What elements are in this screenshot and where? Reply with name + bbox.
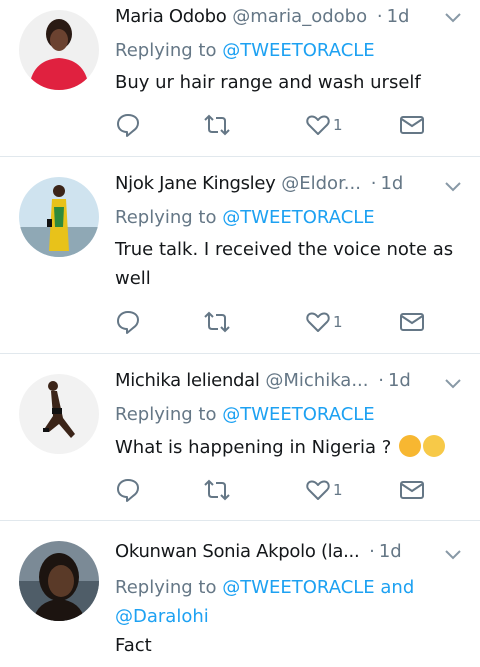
unamused-face-emoji — [422, 435, 445, 457]
tweet-text: True talk. I received the voice note as … — [115, 239, 454, 289]
avatar-michika-leliendal[interactable] — [19, 374, 99, 454]
author-name[interactable]: Michika leliendal — [115, 370, 260, 391]
like-button[interactable]: 1 — [305, 476, 343, 504]
avatar-image — [19, 374, 99, 454]
replying-to-line: Replying to @TWEETORACLE and @Daralohi — [115, 573, 455, 631]
avatar-image — [19, 10, 99, 90]
tweet-text: What is happening in Nigeria ? — [115, 437, 392, 458]
replying-to-label: Replying to — [115, 577, 217, 598]
retweet-button[interactable] — [203, 111, 231, 139]
reply-button[interactable] — [115, 111, 141, 139]
mail-icon — [400, 313, 424, 331]
avatar-njok-jane-kingsley[interactable] — [19, 177, 99, 257]
timestamp[interactable]: 1d — [380, 173, 403, 194]
thinking-face-emoji — [398, 435, 421, 457]
tweet-text-line: What is happening in Nigeria ? — [115, 433, 465, 462]
replying-to-label: Replying to — [115, 404, 217, 425]
separator-dot: · — [370, 173, 377, 194]
tweet-text: Buy ur hair range and wash urself — [115, 72, 421, 93]
like-button[interactable]: 1 — [305, 308, 343, 336]
mention-link[interactable]: @TWEETORACLE — [222, 40, 374, 61]
author-handle[interactable]: @Michika... — [265, 370, 368, 391]
chevron-down-icon[interactable] — [444, 378, 462, 390]
direct-message-button[interactable] — [399, 111, 425, 139]
mention-link-2[interactable]: @Daralohi — [115, 606, 209, 627]
tweet-item-2[interactable]: Njok Jane Kingsley @Eldor... · 1d Replyin… — [0, 157, 480, 353]
tweet-header: Njok Jane Kingsley @Eldor... · 1d — [115, 173, 475, 205]
timestamp[interactable]: 1d — [379, 541, 402, 562]
direct-message-button[interactable] — [399, 476, 425, 504]
tweet-actions: 1 — [115, 476, 435, 504]
like-count: 1 — [333, 313, 343, 331]
replying-to-label: Replying to — [115, 207, 217, 228]
avatar-image — [19, 177, 99, 257]
avatar-image — [19, 541, 99, 621]
replying-to-line: Replying to @TWEETORACLE — [115, 207, 375, 228]
retweet-icon — [204, 114, 230, 136]
mention-link[interactable]: @TWEETORACLE — [222, 404, 374, 425]
chevron-down-icon[interactable] — [444, 12, 462, 24]
chevron-down-icon[interactable] — [444, 181, 462, 193]
tweet-header: Okunwan Sonia Akpolo (la... · 1d — [115, 541, 475, 573]
avatar-okunwan-sonia-akpolo[interactable] — [19, 541, 99, 621]
heart-icon — [306, 312, 330, 332]
replying-to-line: Replying to @TWEETORACLE — [115, 404, 375, 425]
separator-dot: · — [378, 370, 384, 391]
mention-link[interactable]: @TWEETORACLE — [222, 207, 374, 228]
retweet-button[interactable] — [203, 476, 231, 504]
like-count: 1 — [333, 481, 343, 499]
chevron-down-icon[interactable] — [444, 549, 462, 561]
separator-dot: · — [376, 6, 383, 27]
mail-icon — [400, 481, 424, 499]
reply-icon — [117, 311, 139, 334]
timestamp[interactable]: 1d — [387, 6, 410, 27]
like-count: 1 — [333, 116, 343, 134]
author-handle[interactable]: @Eldor... — [281, 173, 361, 194]
mail-icon — [400, 116, 424, 134]
replying-and-label: and — [380, 577, 415, 598]
author-name[interactable]: Okunwan Sonia Akpolo (la... — [115, 541, 360, 562]
author-name[interactable]: Njok Jane Kingsley — [115, 173, 276, 194]
replying-to-line: Replying to @TWEETORACLE — [115, 40, 375, 61]
separator-dot: · — [369, 541, 375, 562]
reply-icon — [117, 479, 139, 502]
tweet-header: Maria Odobo @maria_odobo · 1d — [115, 6, 475, 38]
tweet-item-4[interactable]: Okunwan Sonia Akpolo (la... · 1d Replying… — [0, 521, 480, 667]
retweet-button[interactable] — [203, 308, 231, 336]
avatar-maria-odobo[interactable] — [19, 10, 99, 90]
tweet-header: Michika leliendal @Michika... · 1d — [115, 370, 475, 402]
retweet-icon — [204, 479, 230, 501]
reply-icon — [117, 114, 139, 137]
reply-button[interactable] — [115, 476, 141, 504]
timestamp[interactable]: 1d — [388, 370, 411, 391]
mention-link[interactable]: @TWEETORACLE — [222, 577, 374, 598]
author-handle[interactable]: @maria_odobo — [232, 6, 367, 27]
retweet-icon — [204, 311, 230, 333]
replying-to-label: Replying to — [115, 40, 217, 61]
heart-icon — [306, 115, 330, 135]
heart-icon — [306, 480, 330, 500]
tweet-actions: 1 — [115, 308, 435, 336]
tweet-item-3[interactable]: Michika leliendal @Michika... · 1d Replyi… — [0, 354, 480, 520]
reply-button[interactable] — [115, 308, 141, 336]
tweet-item-1[interactable]: Maria Odobo @maria_odobo · 1d Replying to… — [0, 0, 480, 156]
like-button[interactable]: 1 — [305, 111, 343, 139]
author-name[interactable]: Maria Odobo — [115, 6, 227, 27]
tweet-text: Fact — [115, 635, 152, 656]
tweet-actions: 1 — [115, 111, 435, 139]
direct-message-button[interactable] — [399, 308, 425, 336]
